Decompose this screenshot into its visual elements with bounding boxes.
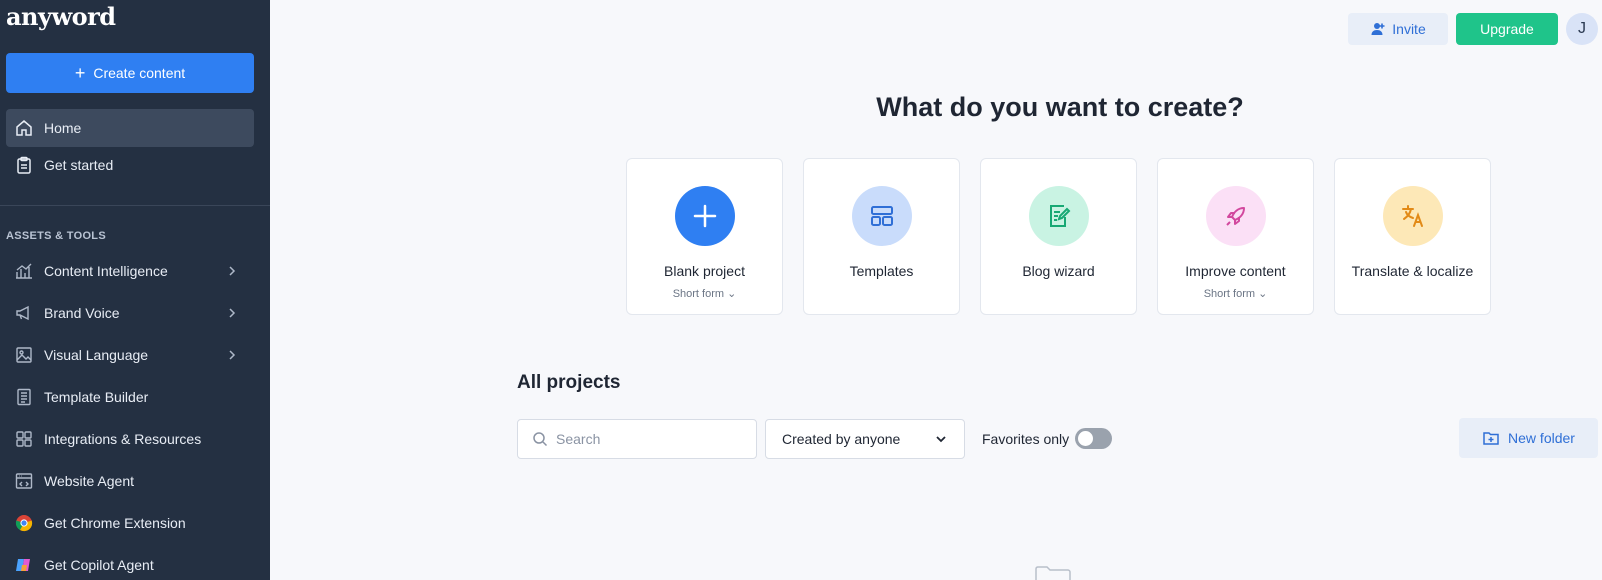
translate-icon [1383,186,1443,246]
plus-icon [675,186,735,246]
megaphone-icon [14,303,34,323]
card-label: Translate & localize [1351,263,1474,279]
chevron-down-icon [936,436,946,443]
sidebar-item-label: Website Agent [44,473,135,489]
sidebar-item-label: Get started [44,157,114,173]
sidebar-divider [0,205,270,206]
sidebar-item-visual-language[interactable]: Visual Language [6,336,254,374]
card-templates[interactable]: Templates [803,158,960,315]
invite-label: Invite [1392,21,1426,37]
rocket-icon [1206,186,1266,246]
folder-plus-icon [1483,432,1499,445]
created-by-select[interactable]: Created by anyone [765,419,965,459]
search-box[interactable] [517,419,757,459]
section-title-assets-tools: ASSETS & TOOLS [6,230,106,242]
sidebar-item-label: Brand Voice [44,305,120,321]
sidebar-item-label: Integrations & Resources [44,431,202,447]
add-user-icon [1371,23,1385,35]
create-content-label: Create content [93,65,186,81]
sidebar-item-get-started[interactable]: Get started [6,146,254,184]
card-label: Templates [849,263,914,279]
edit-document-icon [1029,186,1089,246]
home-icon [14,118,34,138]
card-label: Blog wizard [1022,263,1095,279]
card-label: Improve content [1185,263,1286,279]
favorites-only-toggle[interactable] [1075,428,1112,449]
sidebar-item-brand-voice[interactable]: Brand Voice [6,294,254,332]
template-layout-icon [852,186,912,246]
card-label: Blank project [664,263,745,279]
anyword-logo[interactable]: anyword [6,2,116,31]
sidebar-item-integrations-resources[interactable]: Integrations & Resources [6,420,254,458]
sidebar-item-copilot-agent[interactable]: Get Copilot Agent [6,546,254,580]
empty-folder-icon [1035,566,1071,580]
short-form-dropdown[interactable]: Short form ⌄ [1158,287,1313,300]
chrome-icon [14,513,34,533]
sidebar-item-label: Template Builder [44,389,149,405]
sidebar-item-template-builder[interactable]: Template Builder [6,378,254,416]
sidebar-item-website-agent[interactable]: Website Agent [6,462,254,500]
create-content-button[interactable]: + Create content [6,53,254,93]
card-translate-localize[interactable]: Translate & localize [1334,158,1491,315]
sidebar-item-label: Home [44,120,82,136]
favorites-only-label: Favorites only [982,431,1070,447]
new-folder-button[interactable]: New folder [1459,418,1598,458]
short-form-dropdown[interactable]: Short form ⌄ [627,287,782,300]
chevron-right-icon [229,266,236,276]
upgrade-button[interactable]: Upgrade [1456,13,1558,45]
sidebar-item-label: Get Chrome Extension [44,515,186,531]
avatar[interactable]: J [1566,13,1598,45]
copilot-icon [14,555,34,575]
sidebar-item-label: Get Copilot Agent [44,557,154,573]
sidebar-item-chrome-extension[interactable]: Get Chrome Extension [6,504,254,542]
chart-icon [14,261,34,281]
card-blank-project[interactable]: Blank project Short form ⌄ [626,158,783,315]
clipboard-icon [14,155,34,175]
sidebar-item-content-intelligence[interactable]: Content Intelligence [6,252,254,290]
chevron-right-icon [229,308,236,318]
page-title: What do you want to create? [876,92,1244,122]
chevron-right-icon [229,350,236,360]
sidebar-item-label: Content Intelligence [44,263,168,279]
search-icon [533,432,548,447]
toggle-knob [1078,431,1093,446]
sidebar-item-label: Visual Language [44,347,149,363]
browser-icon [14,471,34,491]
plus-icon: + [74,63,86,83]
image-icon [14,345,34,365]
template-icon [14,387,34,407]
card-blog-wizard[interactable]: Blog wizard [980,158,1137,315]
search-input[interactable] [556,431,736,447]
new-folder-label: New folder [1508,430,1575,446]
all-projects-title: All projects [517,372,621,393]
sidebar-item-home[interactable]: Home [6,109,254,147]
invite-button[interactable]: Invite [1348,13,1448,45]
sidebar: anyword + Create content Home Get starte… [0,0,270,580]
grid-icon [14,429,34,449]
card-improve-content[interactable]: Improve content Short form ⌄ [1157,158,1314,315]
created-by-value: Created by anyone [782,431,901,447]
